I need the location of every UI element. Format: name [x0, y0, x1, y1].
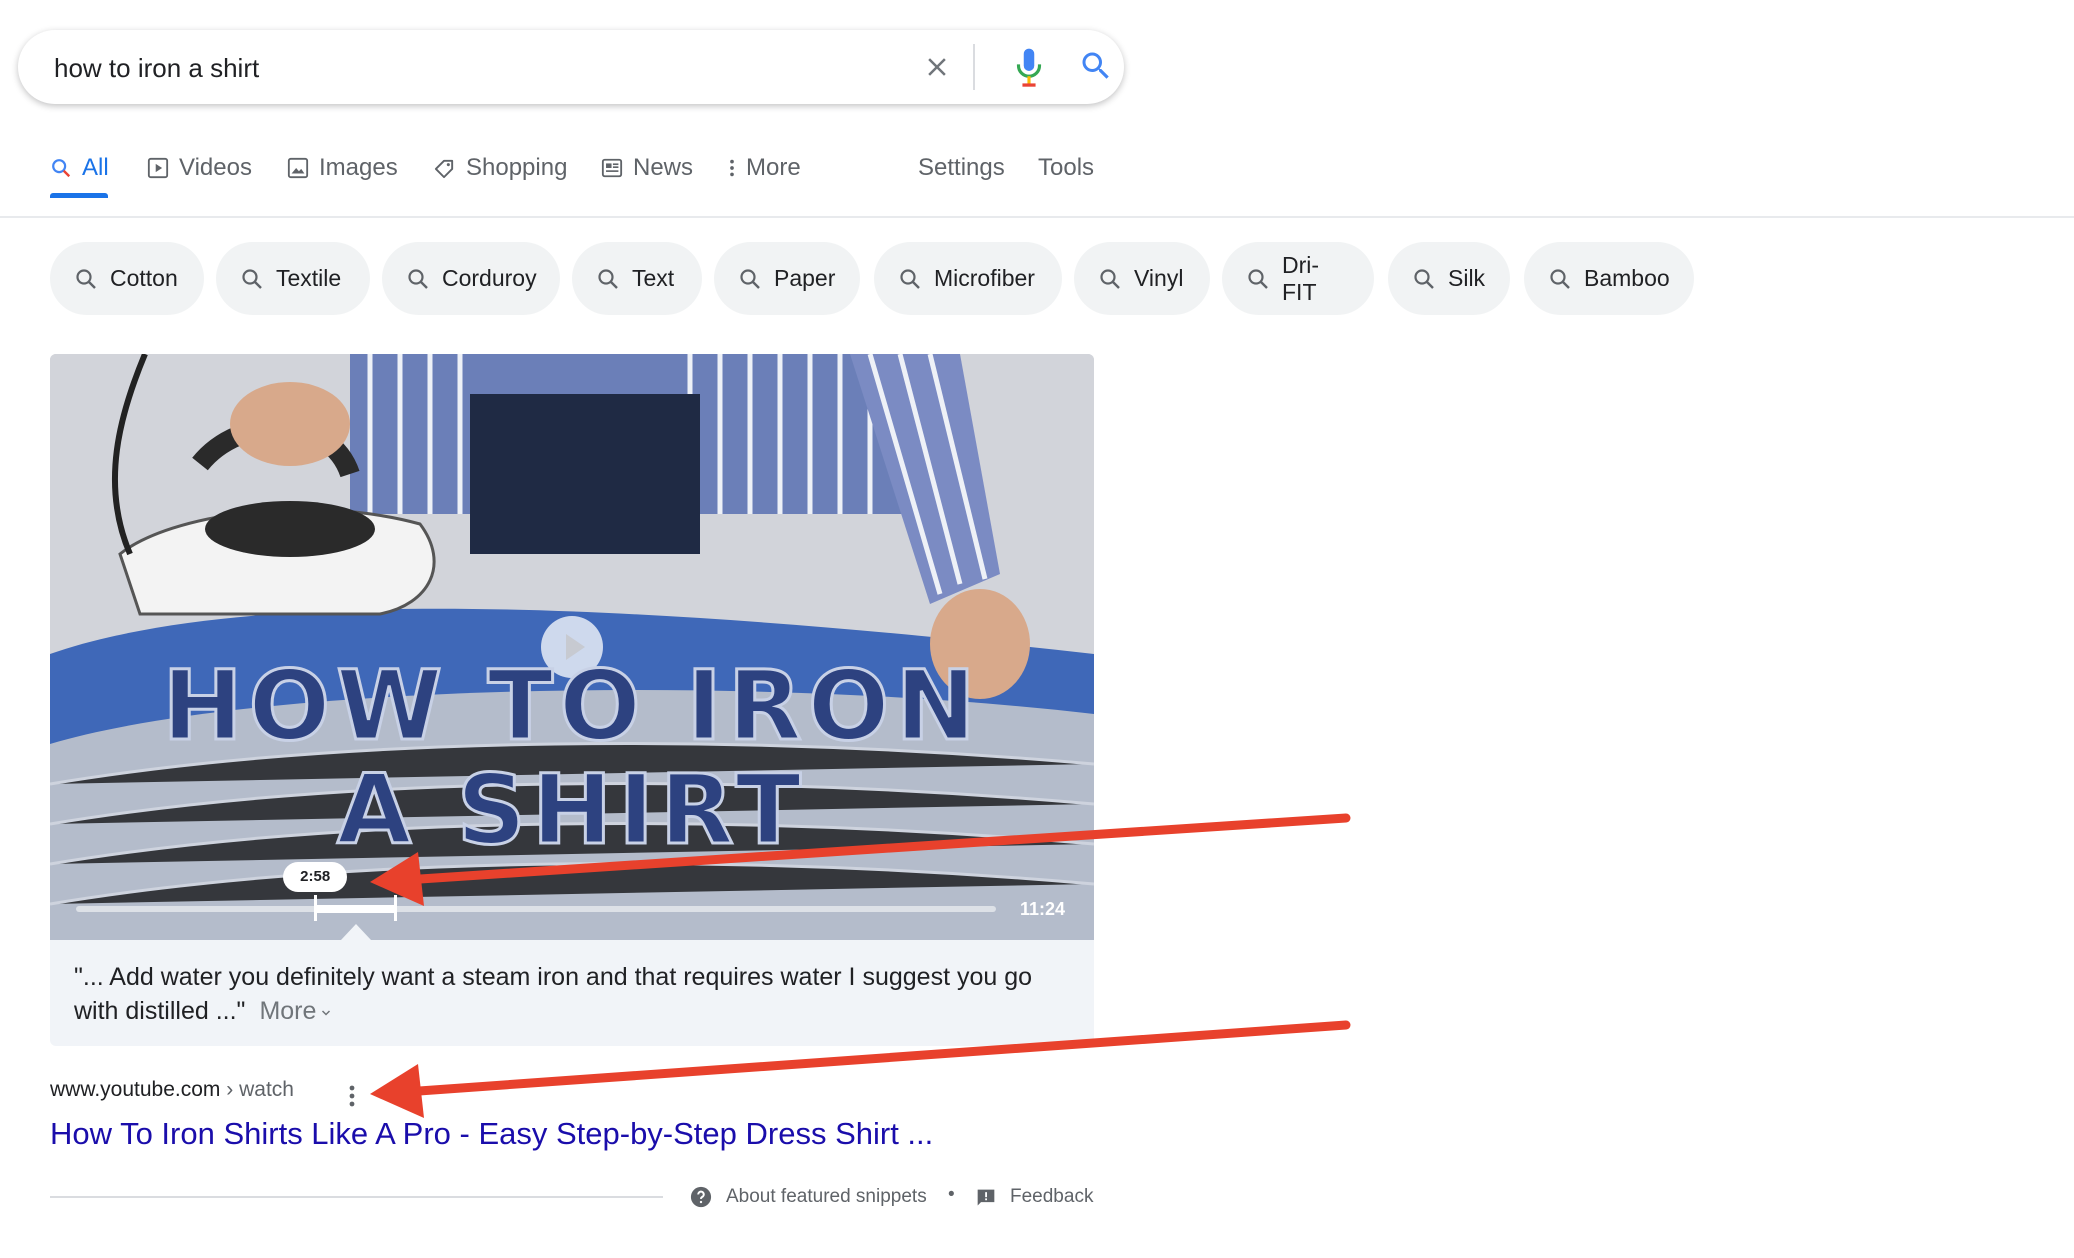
image-icon	[287, 157, 309, 179]
about-featured-snippets-link[interactable]: About featured snippets	[726, 1186, 927, 1208]
key-moment-time-label: 2:58	[283, 862, 348, 892]
more-label: More	[259, 997, 317, 1025]
video-thumbnail[interactable]: HOW TO IRON A SHIRT 2:58 11:24	[50, 354, 1094, 940]
microphone-icon[interactable]	[1013, 46, 1045, 88]
pointer-caret-icon	[341, 924, 371, 940]
search-icon	[1248, 268, 1268, 289]
search-icon	[1100, 268, 1120, 289]
chip-label: Dri-FIT	[1282, 251, 1320, 305]
tab-videos[interactable]: Videos	[147, 148, 252, 188]
settings-label: Settings	[918, 154, 1005, 181]
chip-label: Paper	[774, 265, 836, 291]
search-icon	[242, 268, 262, 289]
video-title-overlay: HOW TO IRON A SHIRT	[50, 650, 1094, 866]
chip-cotton[interactable]: Cotton	[50, 242, 204, 315]
active-tab-indicator	[50, 193, 108, 198]
result-title-link[interactable]: How To Iron Shirts Like A Pro - Easy Ste…	[50, 1116, 933, 1152]
search-icon	[900, 268, 920, 289]
chip-microfiber[interactable]: Microfiber	[874, 242, 1062, 315]
video-title-line2: A SHIRT	[335, 754, 807, 866]
settings-link[interactable]: Settings	[918, 148, 1005, 188]
chip-label: Textile	[276, 265, 342, 291]
search-input[interactable]	[52, 30, 896, 106]
feedback-icon	[977, 1189, 995, 1206]
snippet-text-container: "... Add water you definitely want a ste…	[74, 960, 1074, 1028]
chip-textile[interactable]: Textile	[216, 242, 370, 315]
chip-label: Silk	[1448, 265, 1486, 291]
tab-label: Shopping	[466, 154, 568, 181]
more-vertical-icon	[730, 159, 734, 177]
search-icon	[76, 268, 96, 289]
progress-track[interactable]	[76, 906, 996, 912]
search-icon	[408, 268, 428, 289]
featured-snippet-transcript: "... Add water you definitely want a ste…	[50, 940, 1094, 1046]
search-icon	[598, 268, 618, 289]
search-icon[interactable]	[1078, 48, 1114, 84]
tab-label: Images	[319, 154, 398, 181]
tab-label: More	[746, 154, 801, 181]
help-icon	[690, 1186, 712, 1208]
tab-label: Videos	[179, 154, 252, 181]
more-options-icon[interactable]	[345, 1084, 359, 1108]
result-url[interactable]: www.youtube.com › watch	[50, 1078, 294, 1102]
tab-label: News	[633, 154, 694, 181]
tab-label: All	[82, 154, 109, 181]
chip-label: Bamboo	[1584, 265, 1670, 291]
key-moment-end-tick	[394, 895, 398, 921]
search-box	[18, 30, 1124, 106]
tab-shopping[interactable]: Shopping	[433, 148, 567, 188]
snippet-more-button[interactable]: More	[259, 997, 332, 1025]
result-domain: www.youtube.com	[50, 1078, 221, 1101]
video-title-line1: HOW TO IRON	[161, 650, 982, 762]
chip-label: Corduroy	[442, 265, 537, 291]
search-icon	[1550, 268, 1570, 289]
chip-paper[interactable]: Paper	[714, 242, 860, 315]
video-duration: 11:24	[1020, 899, 1066, 919]
tab-more[interactable]: More	[726, 148, 801, 188]
result-breadcrumb: › watch	[226, 1078, 294, 1101]
feedback-link[interactable]: Feedback	[1010, 1186, 1093, 1208]
close-icon[interactable]	[922, 52, 952, 82]
chip-silk[interactable]: Silk	[1388, 242, 1510, 315]
chip-bamboo[interactable]: Bamboo	[1524, 242, 1694, 315]
snippet-text: "... Add water you definitely want a ste…	[74, 963, 1033, 1025]
chip-dri-fit[interactable]: Dri-FIT	[1222, 242, 1374, 315]
header-divider	[0, 216, 2074, 218]
tab-all[interactable]: All	[50, 148, 109, 188]
tools-link[interactable]: Tools	[1038, 148, 1094, 188]
key-moment-start-tick	[314, 895, 318, 921]
chip-label: Cotton	[110, 265, 178, 291]
search-icon	[1414, 268, 1434, 289]
tab-news[interactable]: News	[601, 148, 693, 188]
video-icon	[147, 157, 169, 179]
chip-corduroy[interactable]: Corduroy	[382, 242, 560, 315]
news-icon	[601, 158, 623, 178]
chevron-down-icon	[322, 1010, 331, 1016]
price-tag-icon	[434, 159, 454, 178]
search-box-divider	[973, 44, 975, 90]
chip-text[interactable]: Text	[572, 242, 702, 315]
chip-label: Vinyl	[1134, 265, 1184, 291]
chip-vinyl[interactable]: Vinyl	[1074, 242, 1210, 315]
tab-images[interactable]: Images	[287, 148, 398, 188]
chip-label: Text	[632, 265, 675, 291]
key-moment-segment[interactable]	[315, 905, 396, 913]
search-icon	[740, 268, 760, 289]
tools-label: Tools	[1038, 154, 1095, 181]
search-icon	[52, 159, 71, 178]
chip-label: Microfiber	[934, 265, 1035, 291]
footer-separator: •	[948, 1184, 955, 1205]
footer-divider	[50, 1196, 663, 1198]
